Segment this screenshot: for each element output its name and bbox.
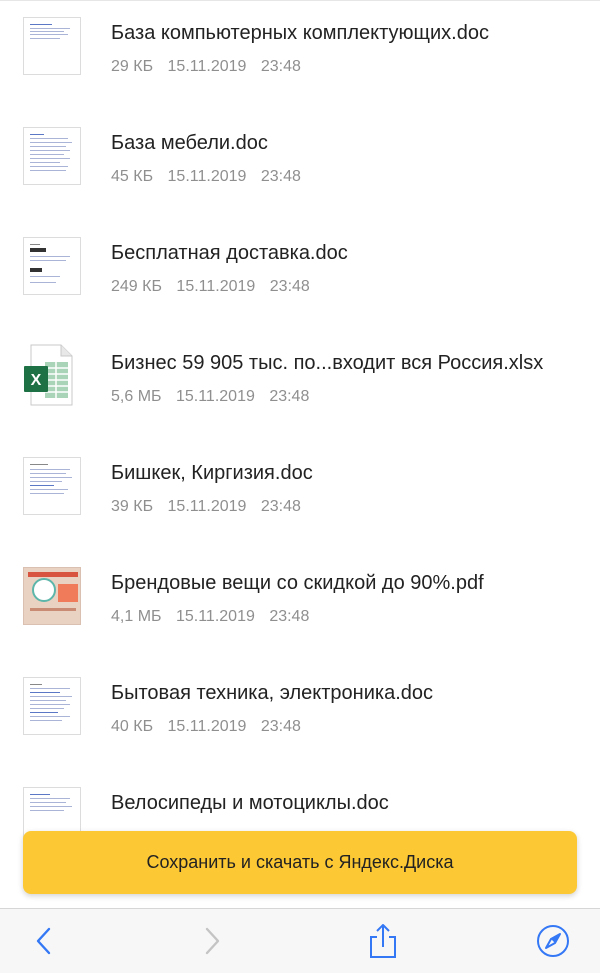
file-meta: 40 КБ 15.11.2019 23:48 <box>111 718 301 736</box>
file-size: 39 КБ <box>111 498 154 515</box>
file-list: База компьютерных комплектующих.doc 29 К… <box>0 0 600 908</box>
file-meta: 4,1 МБ 15.11.2019 23:48 <box>111 608 309 626</box>
doc-thumbnail <box>23 127 81 185</box>
file-name: Бизнес 59 905 тыс. по...входит вся Росси… <box>111 352 544 374</box>
file-meta: 249 КБ 15.11.2019 23:48 <box>111 278 310 296</box>
file-name: Бесплатная доставка.doc <box>111 242 348 264</box>
file-date: 15.11.2019 <box>175 388 255 405</box>
share-icon <box>370 924 396 958</box>
file-time: 23:48 <box>260 168 301 185</box>
file-item[interactable]: Бесплатная доставка.doc 249 КБ 15.11.201… <box>0 220 600 330</box>
svg-text:X: X <box>31 372 42 389</box>
file-date: 15.11.2019 <box>175 608 255 625</box>
file-date: 15.11.2019 <box>167 168 247 185</box>
file-date: 15.11.2019 <box>176 278 256 295</box>
file-date: 15.11.2019 <box>167 58 247 75</box>
file-size: 45 КБ <box>111 168 154 185</box>
forward-button[interactable] <box>194 923 230 959</box>
file-size: 29 КБ <box>111 58 154 75</box>
file-size: 249 КБ <box>111 278 162 295</box>
file-name: База мебели.doc <box>111 132 268 154</box>
file-item[interactable]: Брендовые вещи со скидкой до 90%.pdf 4,1… <box>0 550 600 660</box>
file-name: База компьютерных комплектующих.doc <box>111 22 489 44</box>
file-size: 4,1 МБ <box>111 608 162 625</box>
pdf-thumbnail <box>23 567 81 625</box>
doc-thumbnail <box>23 17 81 75</box>
doc-thumbnail <box>23 677 81 735</box>
file-meta: 5,6 МБ 15.11.2019 23:48 <box>111 388 309 406</box>
file-date: 15.11.2019 <box>167 718 247 735</box>
file-time: 23:48 <box>269 608 310 625</box>
file-meta: 39 КБ 15.11.2019 23:48 <box>111 498 301 516</box>
file-name: Брендовые вещи со скидкой до 90%.pdf <box>111 572 484 594</box>
browser-toolbar <box>0 908 600 973</box>
file-item[interactable]: Бытовая техника, электроника.doc 40 КБ 1… <box>0 660 600 770</box>
file-item[interactable]: База компьютерных комплектующих.doc 29 К… <box>0 0 600 110</box>
compass-button[interactable] <box>535 923 571 959</box>
file-time: 23:48 <box>269 278 310 295</box>
file-name: Бытовая техника, электроника.doc <box>111 682 434 704</box>
file-size: 5,6 МБ <box>111 388 162 405</box>
back-button[interactable] <box>26 923 62 959</box>
chevron-left-icon <box>36 927 51 955</box>
file-item[interactable]: X Бизнес 59 905 тыс. по...входит вся Рос… <box>0 330 600 440</box>
file-time: 23:48 <box>269 388 310 405</box>
file-name: Велосипеды и мотоциклы.doc <box>111 792 389 814</box>
file-time: 23:48 <box>260 718 301 735</box>
file-name: Бишкек, Киргизия.doc <box>111 462 313 484</box>
share-button[interactable] <box>365 923 401 959</box>
chevron-right-icon <box>205 927 220 955</box>
file-item[interactable]: Бишкек, Киргизия.doc 39 КБ 15.11.2019 23… <box>0 440 600 550</box>
compass-icon <box>537 925 569 957</box>
file-time: 23:48 <box>260 498 301 515</box>
file-item[interactable]: База мебели.doc 45 КБ 15.11.2019 23:48 <box>0 110 600 220</box>
doc-thumbnail <box>23 237 81 295</box>
doc-thumbnail <box>23 457 81 515</box>
file-time: 23:48 <box>260 58 301 75</box>
file-date: 15.11.2019 <box>167 498 247 515</box>
save-download-button[interactable]: Сохранить и скачать с Яндекс.Диска <box>23 831 577 894</box>
file-size: 40 КБ <box>111 718 154 735</box>
excel-file-icon: X <box>24 344 73 406</box>
file-meta: 45 КБ 15.11.2019 23:48 <box>111 168 301 186</box>
file-meta: 29 КБ 15.11.2019 23:48 <box>111 58 301 76</box>
